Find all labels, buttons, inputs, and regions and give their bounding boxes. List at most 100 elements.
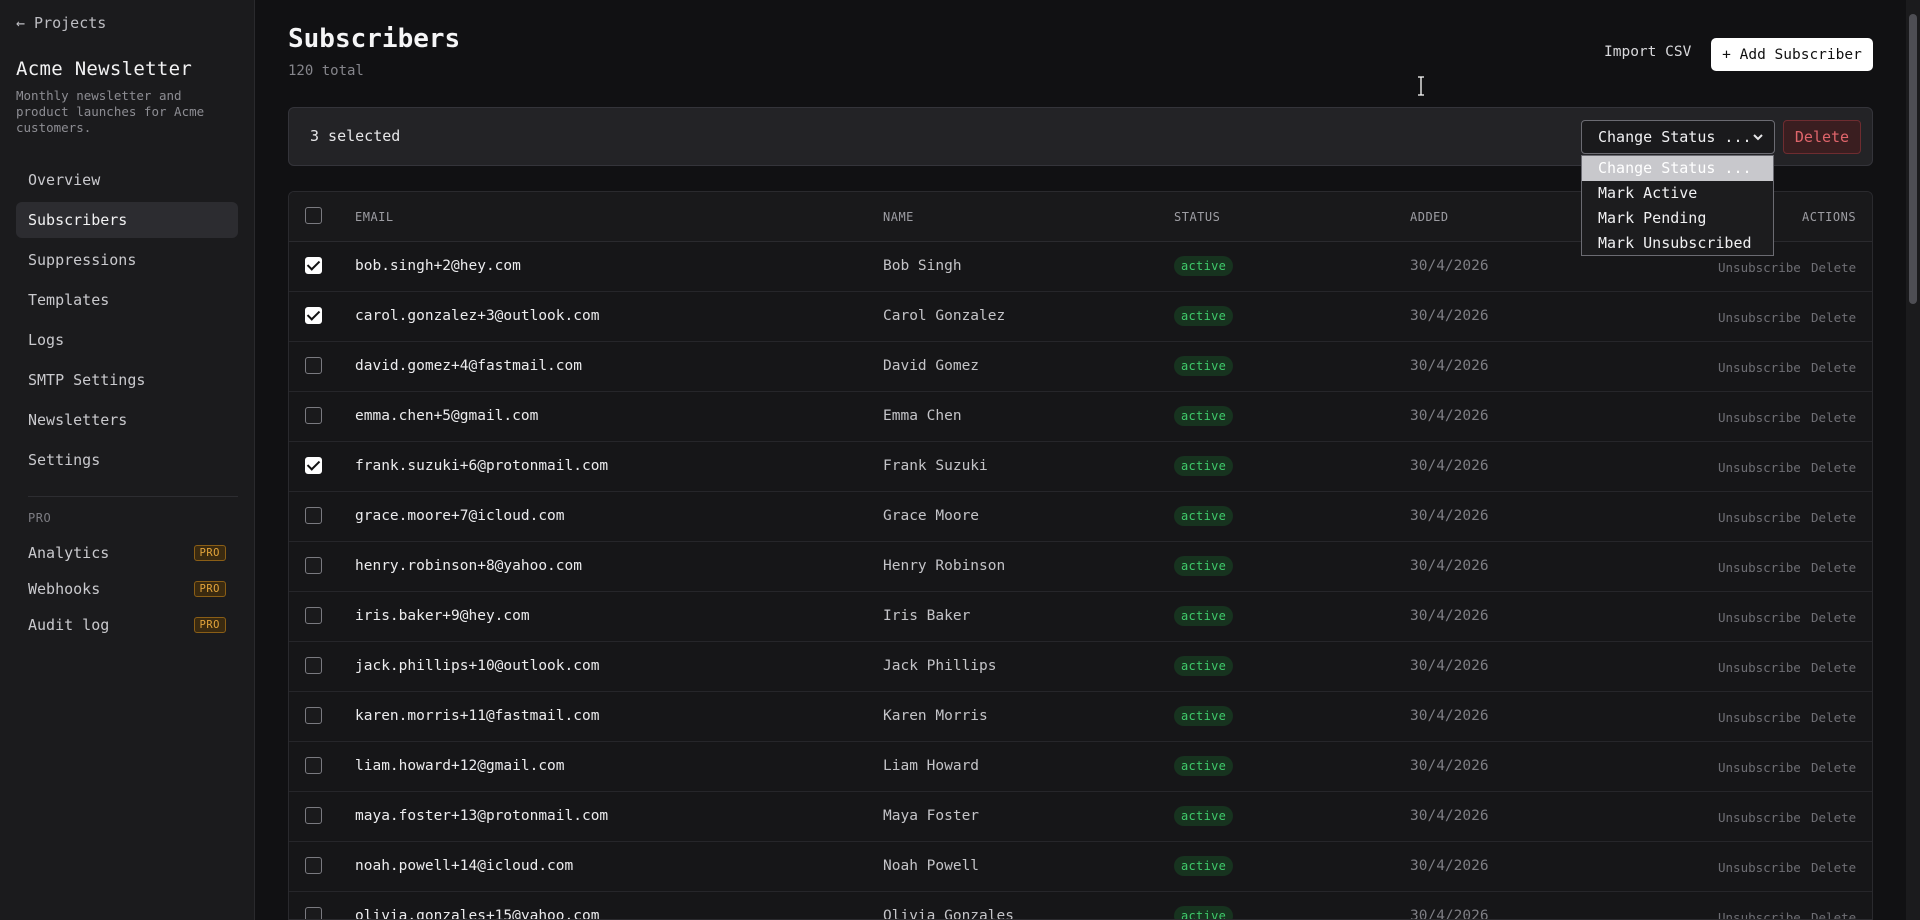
status-badge: active xyxy=(1174,856,1234,876)
dropdown-option-change-status[interactable]: Change Status ... xyxy=(1582,156,1773,181)
row-checkbox[interactable] xyxy=(305,857,322,874)
change-status-select[interactable]: Change Status ... xyxy=(1581,120,1775,154)
dropdown-option-mark-unsubscribed[interactable]: Mark Unsubscribed xyxy=(1582,231,1773,256)
sidebar-item-templates[interactable]: Templates xyxy=(16,282,238,318)
unsubscribe-button[interactable]: Unsubscribe xyxy=(1718,660,1801,675)
unsubscribe-button[interactable]: Unsubscribe xyxy=(1718,760,1801,775)
row-checkbox[interactable] xyxy=(305,307,322,324)
delete-row-button[interactable]: Delete xyxy=(1811,710,1856,725)
bulk-delete-button[interactable]: Delete xyxy=(1783,120,1861,154)
unsubscribe-button[interactable]: Unsubscribe xyxy=(1718,610,1801,625)
delete-row-button[interactable]: Delete xyxy=(1811,810,1856,825)
row-name: Emma Chen xyxy=(883,408,962,424)
delete-row-button[interactable]: Delete xyxy=(1811,660,1856,675)
unsubscribe-button[interactable]: Unsubscribe xyxy=(1718,810,1801,825)
select-all-checkbox[interactable] xyxy=(305,207,322,224)
row-added-date: 30/4/2026 xyxy=(1410,708,1489,724)
row-checkbox[interactable] xyxy=(305,407,322,424)
unsubscribe-button[interactable]: Unsubscribe xyxy=(1718,860,1801,875)
row-status: active xyxy=(1174,456,1234,476)
row-checkbox[interactable] xyxy=(305,807,322,824)
table-row[interactable]: karen.morris+11@fastmail.com Karen Morri… xyxy=(289,692,1872,742)
table-row[interactable]: carol.gonzalez+3@outlook.com Carol Gonza… xyxy=(289,292,1872,342)
scrollbar-thumb[interactable] xyxy=(1909,14,1917,304)
add-subscriber-button[interactable]: + Add Subscriber xyxy=(1711,38,1873,71)
table-row[interactable]: henry.robinson+8@yahoo.com Henry Robinso… xyxy=(289,542,1872,592)
sidebar-item-analytics[interactable]: Analytics PRO xyxy=(16,535,238,571)
unsubscribe-button[interactable]: Unsubscribe xyxy=(1718,510,1801,525)
row-checkbox[interactable] xyxy=(305,507,322,524)
table-row[interactable]: emma.chen+5@gmail.com Emma Chen active 3… xyxy=(289,392,1872,442)
unsubscribe-button[interactable]: Unsubscribe xyxy=(1718,910,1801,919)
unsubscribe-button[interactable]: Unsubscribe xyxy=(1718,460,1801,475)
scrollbar[interactable] xyxy=(1906,0,1920,920)
row-checkbox[interactable] xyxy=(305,657,322,674)
sidebar-item-label: Overview xyxy=(28,171,101,189)
delete-row-button[interactable]: Delete xyxy=(1811,610,1856,625)
import-csv-button[interactable]: Import CSV xyxy=(1604,44,1691,60)
status-badge: active xyxy=(1174,306,1234,326)
sidebar: ← Projects Acme Newsletter Monthly newsl… xyxy=(0,0,255,920)
table-row[interactable]: noah.powell+14@icloud.com Noah Powell ac… xyxy=(289,842,1872,892)
delete-row-button[interactable]: Delete xyxy=(1811,860,1856,875)
col-actions: ACTIONS xyxy=(1802,210,1857,224)
sidebar-item-audit-log[interactable]: Audit log PRO xyxy=(16,607,238,643)
table-row[interactable]: liam.howard+12@gmail.com Liam Howard act… xyxy=(289,742,1872,792)
table-row[interactable]: maya.foster+13@protonmail.com Maya Foste… xyxy=(289,792,1872,842)
row-checkbox[interactable] xyxy=(305,607,322,624)
row-checkbox[interactable] xyxy=(305,907,322,919)
delete-row-button[interactable]: Delete xyxy=(1811,410,1856,425)
table-row[interactable]: jack.phillips+10@outlook.com Jack Philli… xyxy=(289,642,1872,692)
row-status: active xyxy=(1174,556,1234,576)
row-name: Karen Morris xyxy=(883,708,988,724)
row-status: active xyxy=(1174,606,1234,626)
row-checkbox[interactable] xyxy=(305,457,322,474)
row-checkbox[interactable] xyxy=(305,757,322,774)
sidebar-item-label: Newsletters xyxy=(28,411,128,429)
sidebar-item-webhooks[interactable]: Webhooks PRO xyxy=(16,571,238,607)
sidebar-item-smtp-settings[interactable]: SMTP Settings xyxy=(16,362,238,398)
table-row[interactable]: olivia.gonzales+15@yahoo.com Olivia Gonz… xyxy=(289,892,1872,920)
sidebar-item-label: Templates xyxy=(28,291,110,309)
back-to-projects-link[interactable]: ← Projects xyxy=(16,14,238,32)
table-row[interactable]: david.gomez+4@fastmail.com David Gomez a… xyxy=(289,342,1872,392)
delete-row-button[interactable]: Delete xyxy=(1811,310,1856,325)
unsubscribe-button[interactable]: Unsubscribe xyxy=(1718,310,1801,325)
status-badge: active xyxy=(1174,406,1234,426)
sidebar-item-label: Audit log xyxy=(28,616,110,634)
unsubscribe-button[interactable]: Unsubscribe xyxy=(1718,710,1801,725)
dropdown-option-mark-active[interactable]: Mark Active xyxy=(1582,181,1773,206)
sidebar-item-overview[interactable]: Overview xyxy=(16,162,238,198)
delete-row-button[interactable]: Delete xyxy=(1811,910,1856,919)
row-checkbox[interactable] xyxy=(305,257,322,274)
dropdown-option-mark-pending[interactable]: Mark Pending xyxy=(1582,206,1773,231)
row-email: iris.baker+9@hey.com xyxy=(355,608,530,624)
unsubscribe-button[interactable]: Unsubscribe xyxy=(1718,410,1801,425)
delete-row-button[interactable]: Delete xyxy=(1811,510,1856,525)
sidebar-item-logs[interactable]: Logs xyxy=(16,322,238,358)
delete-row-button[interactable]: Delete xyxy=(1811,260,1856,275)
row-name: Olivia Gonzales xyxy=(883,908,1014,920)
table-row[interactable]: iris.baker+9@hey.com Iris Baker active 3… xyxy=(289,592,1872,642)
sidebar-item-settings[interactable]: Settings xyxy=(16,442,238,478)
subscriber-count: 120 total xyxy=(288,63,364,79)
sidebar-item-newsletters[interactable]: Newsletters xyxy=(16,402,238,438)
row-checkbox[interactable] xyxy=(305,357,322,374)
unsubscribe-button[interactable]: Unsubscribe xyxy=(1718,260,1801,275)
delete-row-button[interactable]: Delete xyxy=(1811,360,1856,375)
row-status: active xyxy=(1174,756,1234,776)
pro-badge: PRO xyxy=(193,545,226,561)
table-row[interactable]: frank.suzuki+6@protonmail.com Frank Suzu… xyxy=(289,442,1872,492)
sidebar-item-subscribers[interactable]: Subscribers xyxy=(16,202,238,238)
unsubscribe-button[interactable]: Unsubscribe xyxy=(1718,360,1801,375)
unsubscribe-button[interactable]: Unsubscribe xyxy=(1718,560,1801,575)
row-name: Bob Singh xyxy=(883,258,962,274)
delete-row-button[interactable]: Delete xyxy=(1811,560,1856,575)
delete-row-button[interactable]: Delete xyxy=(1811,760,1856,775)
sidebar-item-suppressions[interactable]: Suppressions xyxy=(16,242,238,278)
row-checkbox[interactable] xyxy=(305,707,322,724)
row-status: active xyxy=(1174,356,1234,376)
delete-row-button[interactable]: Delete xyxy=(1811,460,1856,475)
table-row[interactable]: grace.moore+7@icloud.com Grace Moore act… xyxy=(289,492,1872,542)
row-checkbox[interactable] xyxy=(305,557,322,574)
